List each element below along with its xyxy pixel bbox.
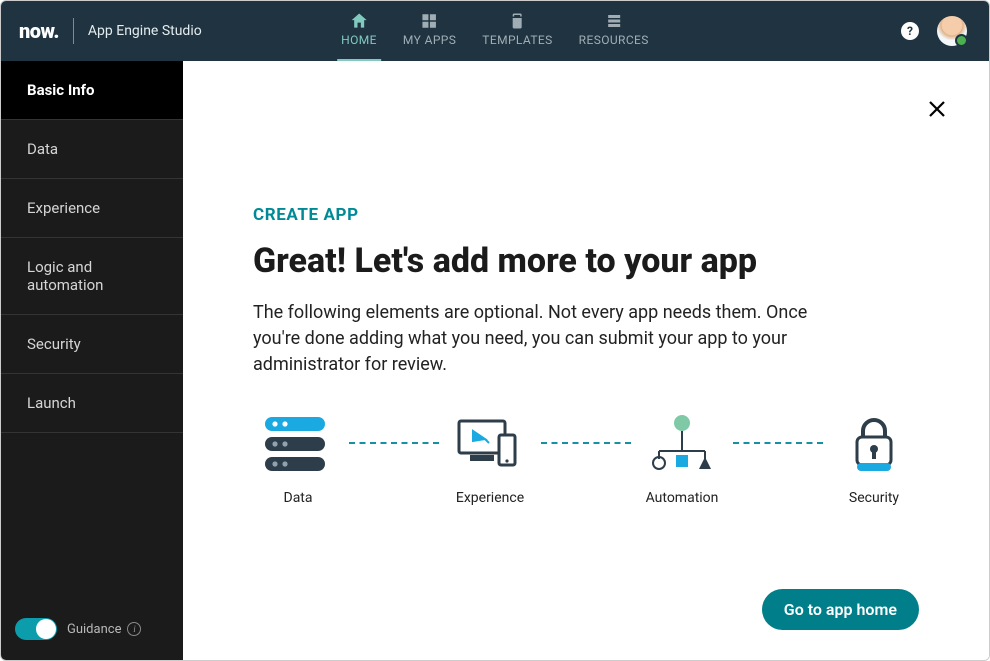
- connector: [541, 442, 631, 444]
- nav-home-label: HOME: [341, 33, 377, 47]
- connector: [733, 442, 823, 444]
- topbar: now. App Engine Studio HOME MY APPS: [1, 1, 989, 61]
- main-footer: Go to app home: [253, 559, 919, 630]
- eyebrow: CREATE APP: [253, 205, 919, 225]
- top-nav: HOME MY APPS TEMPLATES RESOURCES: [337, 1, 653, 61]
- sidebar-footer: Guidance i: [1, 606, 183, 660]
- security-icon: [839, 412, 909, 476]
- nav-resources-label: RESOURCES: [579, 33, 649, 47]
- guidance-toggle[interactable]: [15, 618, 57, 640]
- sidebar: Basic Info Data Experience Logic and aut…: [1, 61, 183, 660]
- guidance-label: Guidance i: [67, 622, 141, 637]
- sidebar-item-label: Security: [27, 335, 81, 353]
- sidebar-item-experience[interactable]: Experience: [1, 179, 183, 238]
- nav-resources[interactable]: RESOURCES: [575, 1, 653, 61]
- nav-myapps[interactable]: MY APPS: [399, 1, 460, 61]
- sidebar-item-label: Experience: [27, 199, 100, 217]
- brand-logo: now.: [19, 19, 59, 43]
- step-label: Data: [284, 490, 313, 506]
- main-panel: CREATE APP Great! Let's add more to your…: [183, 61, 989, 660]
- step-data: Data: [253, 412, 343, 506]
- step-experience: Experience: [445, 412, 535, 506]
- step-label: Automation: [646, 490, 719, 506]
- steps-row: Data Experience: [253, 412, 919, 506]
- brand-subtitle: App Engine Studio: [88, 23, 202, 39]
- sidebar-item-logic-automation[interactable]: Logic and automation: [1, 238, 183, 315]
- brand-separator: [73, 18, 74, 44]
- sidebar-item-data[interactable]: Data: [1, 120, 183, 179]
- step-label: Security: [849, 490, 899, 506]
- apps-icon: [420, 11, 440, 31]
- templates-icon: [507, 11, 527, 31]
- nav-myapps-label: MY APPS: [403, 33, 456, 47]
- step-label: Experience: [456, 490, 524, 506]
- page-title: Great! Let's add more to your app: [253, 241, 919, 282]
- sidebar-item-label: Logic and automation: [27, 258, 103, 294]
- nav-templates[interactable]: TEMPLATES: [478, 1, 556, 61]
- connector: [349, 442, 439, 444]
- close-icon[interactable]: [925, 97, 949, 121]
- home-icon: [349, 11, 369, 31]
- help-icon[interactable]: ?: [901, 22, 919, 40]
- sidebar-item-label: Launch: [27, 394, 76, 412]
- sidebar-item-label: Data: [27, 140, 58, 158]
- resources-icon: [604, 11, 624, 31]
- sidebar-item-launch[interactable]: Launch: [1, 374, 183, 433]
- avatar[interactable]: [937, 16, 967, 46]
- topbar-right: ?: [901, 16, 989, 46]
- nav-templates-label: TEMPLATES: [482, 33, 552, 47]
- step-security: Security: [829, 412, 919, 506]
- step-automation: Automation: [637, 412, 727, 506]
- sidebar-item-label: Basic Info: [27, 81, 94, 99]
- sidebar-item-basic-info[interactable]: Basic Info: [1, 61, 183, 120]
- automation-icon: [647, 412, 717, 476]
- sidebar-item-security[interactable]: Security: [1, 315, 183, 374]
- go-to-app-home-button[interactable]: Go to app home: [762, 589, 919, 630]
- info-icon[interactable]: i: [127, 622, 141, 636]
- nav-home[interactable]: HOME: [337, 1, 381, 61]
- data-icon: [263, 412, 333, 476]
- page-description: The following elements are optional. Not…: [253, 300, 843, 378]
- brand-block: now. App Engine Studio: [1, 18, 202, 44]
- experience-icon: [455, 412, 525, 476]
